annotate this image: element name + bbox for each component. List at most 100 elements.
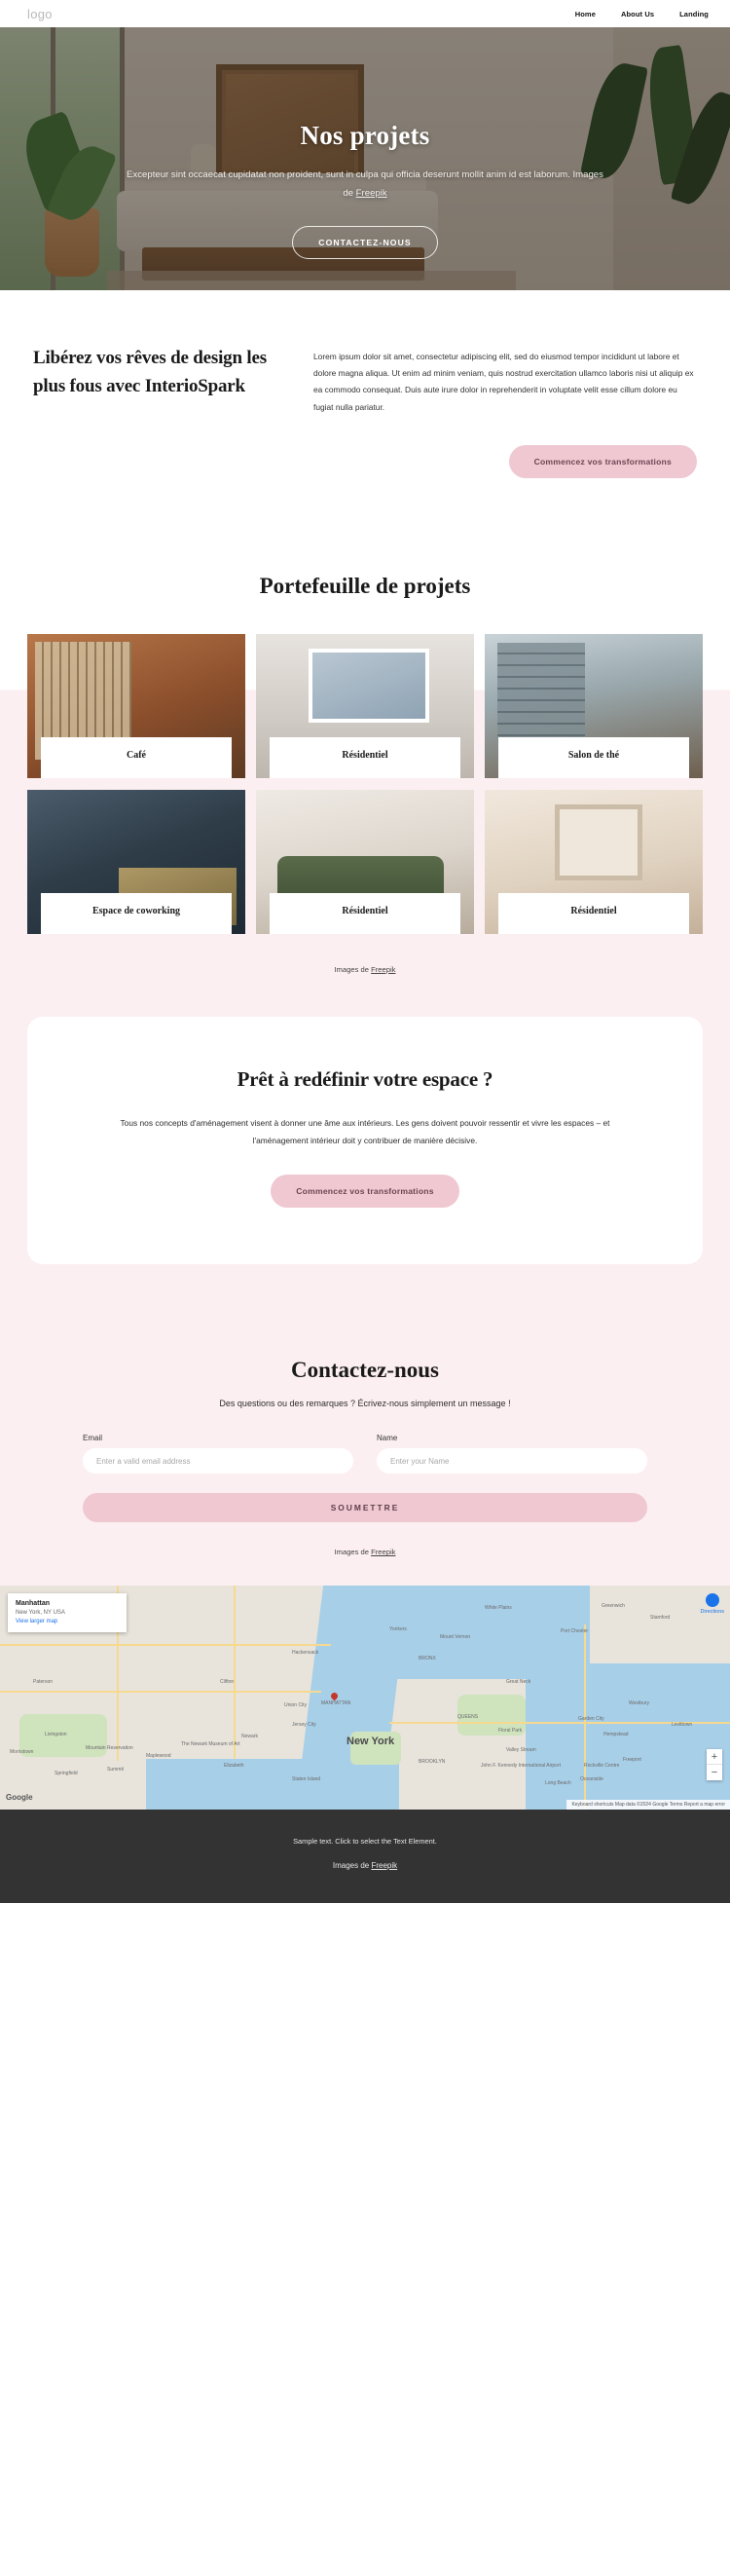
map-place-label: John F. Kennedy International Airport [481, 1763, 561, 1770]
project-card-label: Résidentiel [270, 893, 460, 934]
intro-section: Libérez vos rêves de design les plus fou… [0, 290, 730, 541]
map-place-label: BRONX [419, 1656, 436, 1662]
map-view-larger-link[interactable]: View larger map [16, 1618, 119, 1626]
project-card-espace-de-coworking[interactable]: Espace de coworking [27, 789, 245, 934]
main-nav: Home About Us Landing [575, 10, 709, 19]
portfolio-credit-prefix: Images de [334, 964, 372, 974]
map-place-label: MANHATTAN [321, 1700, 351, 1707]
map-place-label: Oceanside [580, 1776, 603, 1783]
project-card-label: Résidentiel [498, 893, 689, 934]
cta-panel: Prêt à redéfinir votre espace ? Tous nos… [27, 1016, 703, 1265]
cta-section: Prêt à redéfinir votre espace ? Tous nos… [0, 1006, 730, 1320]
hero-title: Nos projets [300, 121, 430, 150]
map-place-label: Port Chester [561, 1628, 589, 1635]
map-place-label: Floral Park [498, 1728, 523, 1735]
map-place-label: Mount Vernon [440, 1634, 471, 1641]
project-card-residentiel-2[interactable]: Résidentiel [256, 789, 474, 934]
map-city-label: New York [347, 1736, 395, 1748]
map-zoom-out-button[interactable]: − [707, 1765, 722, 1780]
nav-item-home[interactable]: Home [575, 10, 596, 19]
map-place-label: Elizabeth [224, 1763, 244, 1770]
footer-freepik-link[interactable]: Freepik [371, 1861, 397, 1870]
map-place-label: Livingston [45, 1732, 67, 1738]
map-attribution: Keyboard shortcuts Map data ©2024 Google… [566, 1800, 730, 1811]
map-zoom-controls[interactable]: + − [707, 1749, 722, 1781]
map-place-label: Yonkers [389, 1626, 407, 1633]
map-place-label: QUEENS [457, 1714, 479, 1721]
map-card-title: Manhattan [16, 1600, 50, 1608]
portfolio-section: Portefeuille de projets Café Résidentiel… [0, 540, 730, 1007]
map-place-label: Long Beach [545, 1780, 571, 1787]
map-place-label: Great Neck [506, 1679, 531, 1686]
site-header: logo Home About Us Landing [0, 0, 730, 27]
hero-subtitle: Excepteur sint occaecat cupidatat non pr… [126, 167, 604, 203]
google-logo: Google [6, 1793, 33, 1803]
email-field-group: Email [83, 1434, 353, 1475]
map-place-label: Mountain Reservation [86, 1745, 133, 1752]
map-place-label: Hempstead [603, 1732, 629, 1738]
map-place-label: Garden City [578, 1716, 604, 1723]
hero-contact-button[interactable]: CONTACTEZ-NOUS [292, 226, 438, 260]
portfolio-image-credit: Images de Freepik [0, 959, 730, 1007]
map-directions-button[interactable]: Directions [701, 1593, 724, 1615]
map-place-label: Morristown [10, 1749, 34, 1756]
footer-sample-text[interactable]: Sample text. Click to select the Text El… [0, 1837, 730, 1846]
directions-icon [705, 1593, 719, 1608]
nav-item-landing[interactable]: Landing [679, 10, 709, 19]
map-place-label: Jersey City [292, 1722, 316, 1729]
contact-credit-prefix: Images de [334, 1548, 372, 1557]
intro-right-column: Lorem ipsum dolor sit amet, consectetur … [313, 345, 697, 478]
map-place-label: Staten Island [292, 1776, 321, 1783]
portfolio-grid-row-2: Espace de coworking Résidentiel Résident… [0, 789, 730, 959]
project-card-residentiel-3[interactable]: Résidentiel [485, 789, 703, 934]
intro-left-column: Libérez vos rêves de design les plus fou… [33, 345, 286, 478]
project-card-label: Espace de coworking [41, 893, 232, 934]
project-card-cafe[interactable]: Café [27, 633, 245, 778]
portfolio-freepik-link[interactable]: Freepik [371, 965, 395, 974]
map-place-label: White Plains [485, 1605, 512, 1612]
map-place-label: Freeport [623, 1757, 641, 1764]
project-card-label: Café [41, 737, 232, 778]
logo[interactable]: logo [27, 7, 53, 21]
hero-freepik-link[interactable]: Freepik [356, 188, 387, 199]
map-place-label: Maplewood [146, 1753, 171, 1760]
map-place-label: Springfield [55, 1771, 78, 1777]
name-input[interactable] [377, 1448, 647, 1475]
contact-section: Contactez-nous Des questions ou des rema… [0, 1319, 730, 1587]
name-label: Name [377, 1434, 398, 1443]
contact-form: Email Name SOUMETTRE [83, 1434, 647, 1523]
cta-start-transformations-button[interactable]: Commencez vos transformations [271, 1175, 459, 1209]
portfolio-title: Portefeuille de projets [259, 573, 471, 598]
portfolio-grid-row-1: Café Résidentiel Salon de thé [0, 633, 730, 778]
map-section[interactable]: Paterson Livingston Newark Jersey City MANHA… [0, 1586, 730, 1811]
intro-start-transformations-button[interactable]: Commencez vos transformations [508, 444, 697, 478]
submit-button[interactable]: SOUMETTRE [83, 1493, 647, 1523]
map-info-card[interactable]: Manhattan New York, NY USA View larger m… [8, 1593, 127, 1632]
site-footer: Sample text. Click to select the Text El… [0, 1810, 730, 1904]
map-card-subtitle: New York, NY USA [16, 1610, 65, 1617]
map-place-label: Valley Stream [506, 1747, 536, 1754]
intro-heading: Libérez vos rêves de design les plus fou… [33, 348, 267, 396]
cta-title: Prêt à redéfinir votre espace ? [237, 1066, 493, 1091]
map-place-label: Clifton [220, 1679, 235, 1686]
email-label: Email [83, 1434, 103, 1443]
email-input[interactable] [83, 1448, 353, 1475]
map-directions-label: Directions [700, 1609, 724, 1616]
nav-item-about-us[interactable]: About Us [621, 10, 654, 19]
contact-image-credit: Images de Freepik [27, 1522, 703, 1556]
map-place-label: Greenwich [602, 1603, 625, 1610]
map-place-label: Westbury [629, 1700, 650, 1707]
contact-freepik-link[interactable]: Freepik [371, 1548, 395, 1556]
intro-body: Lorem ipsum dolor sit amet, consectetur … [313, 352, 694, 412]
map-place-label: The Newark Museum of Art [181, 1741, 240, 1748]
project-card-salon-de-the[interactable]: Salon de thé [485, 633, 703, 778]
project-card-residentiel-1[interactable]: Résidentiel [256, 633, 474, 778]
name-field-group: Name [377, 1434, 647, 1475]
project-card-label: Salon de thé [498, 737, 689, 778]
map-place-label: Hackensack [292, 1650, 319, 1657]
cta-body: Tous nos concepts d'aménagement visent à… [120, 1117, 610, 1145]
map-place-label: Levittown [672, 1722, 693, 1729]
map-zoom-in-button[interactable]: + [707, 1749, 722, 1766]
contact-title: Contactez-nous [290, 1358, 440, 1383]
map-place-label: Rockville Centre [584, 1763, 620, 1770]
